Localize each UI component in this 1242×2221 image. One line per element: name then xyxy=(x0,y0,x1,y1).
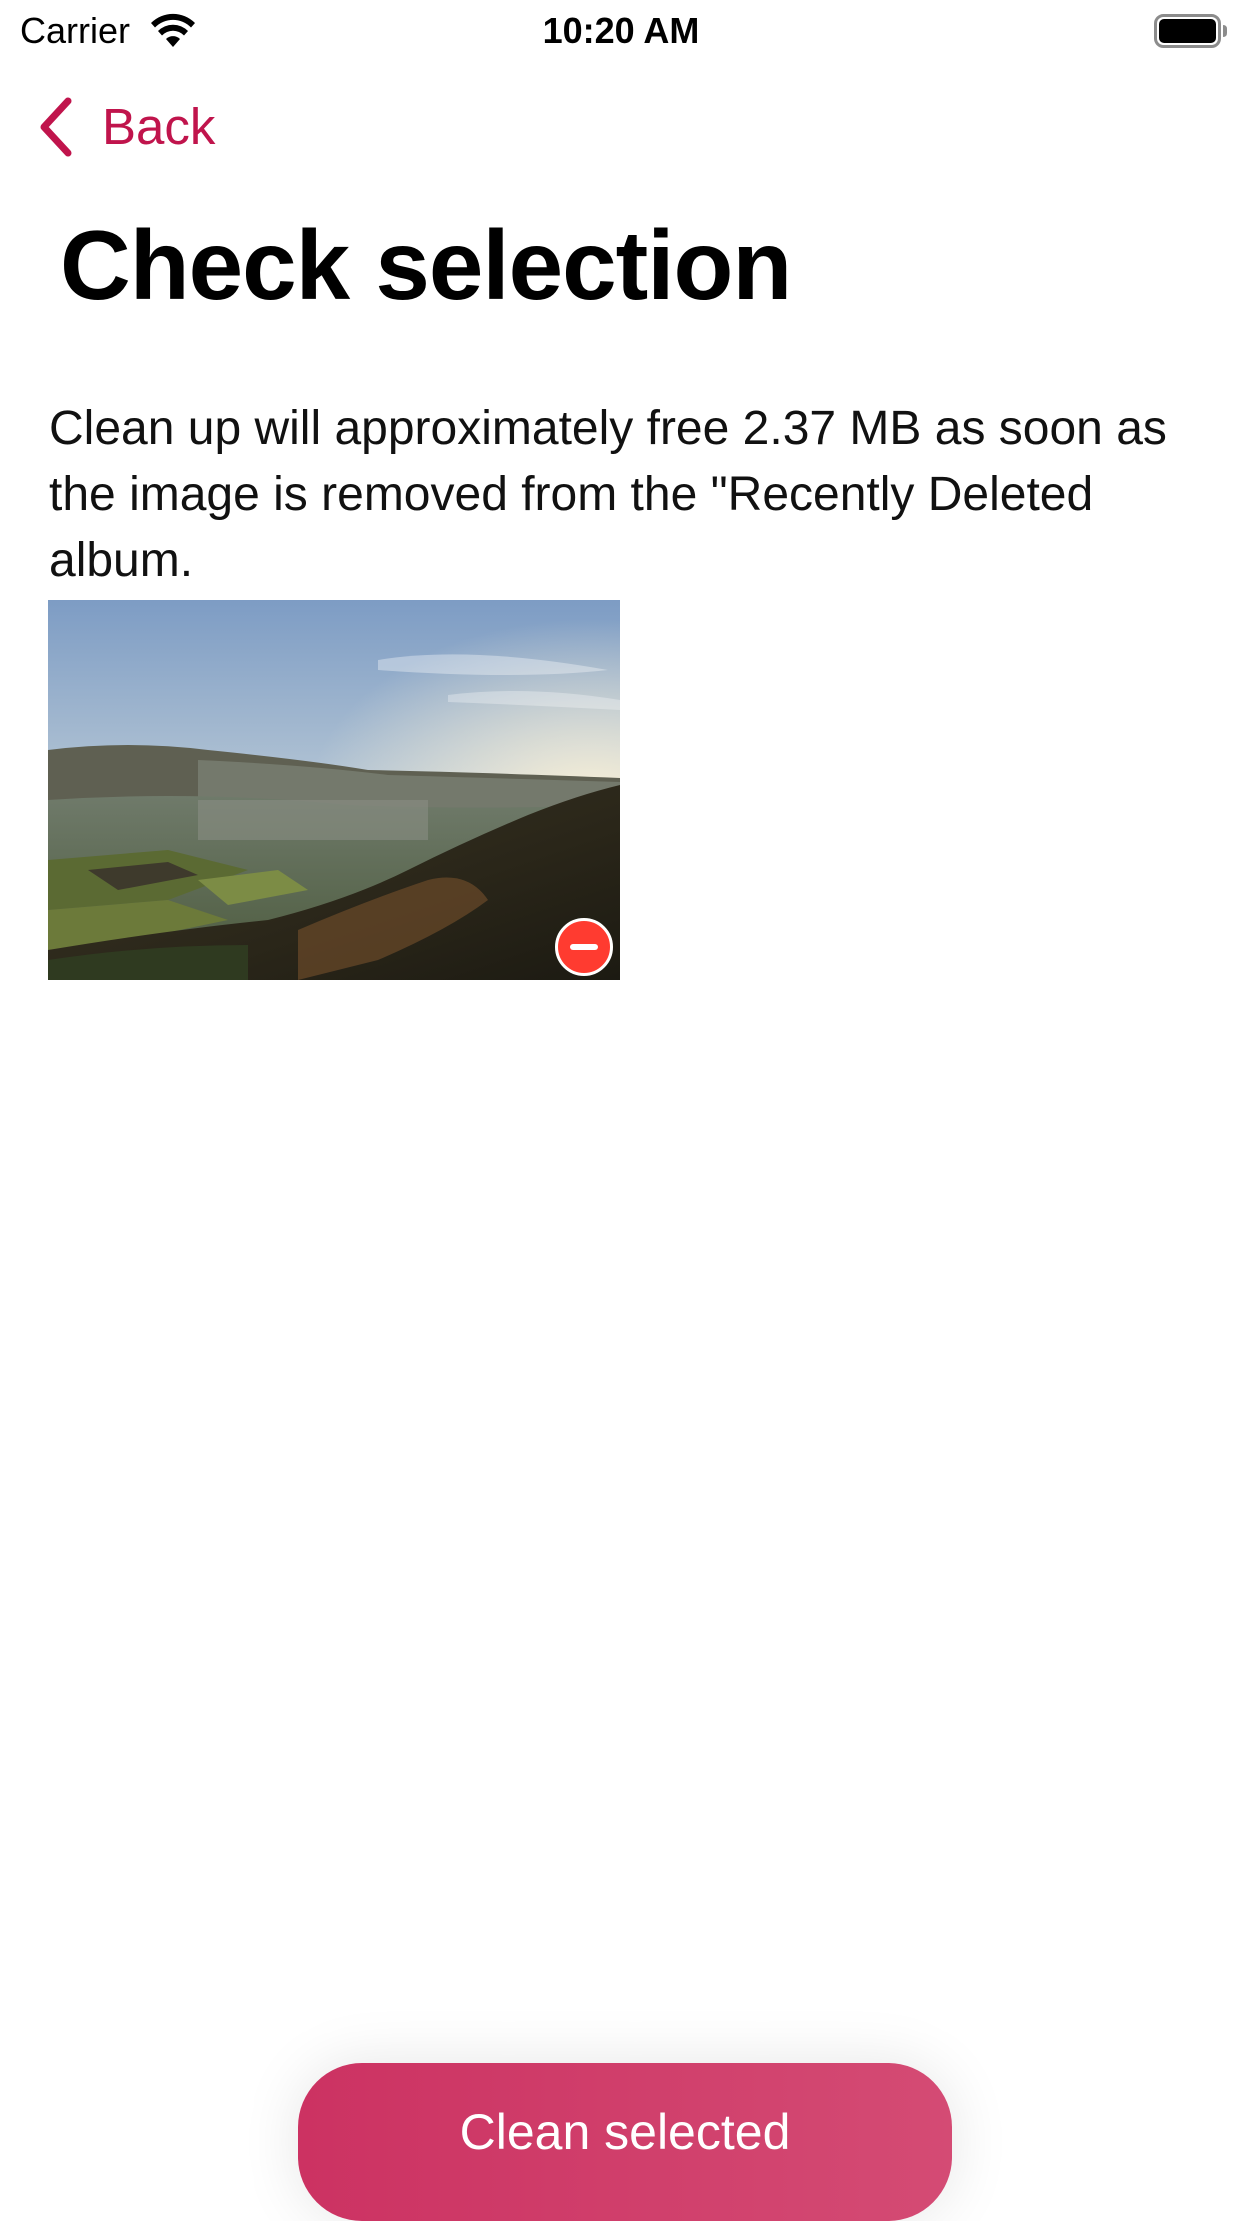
remove-circle-icon[interactable] xyxy=(555,918,613,976)
back-label: Back xyxy=(102,98,216,155)
minus-icon xyxy=(570,944,598,950)
back-button[interactable]: Back xyxy=(36,94,266,160)
status-bar: Carrier 10:20 AM xyxy=(0,0,1242,60)
landscape-photo xyxy=(48,600,620,980)
chevron-left-icon xyxy=(40,97,72,157)
clean-selected-button[interactable]: Clean selected xyxy=(298,2063,952,2221)
description-text: Clean up will approximately free 2.37 MB… xyxy=(49,402,1167,587)
status-time: 10:20 AM xyxy=(542,10,700,51)
selected-photo[interactable] xyxy=(48,600,620,980)
battery-icon xyxy=(1154,14,1227,48)
page-title: Check selection xyxy=(60,210,792,320)
